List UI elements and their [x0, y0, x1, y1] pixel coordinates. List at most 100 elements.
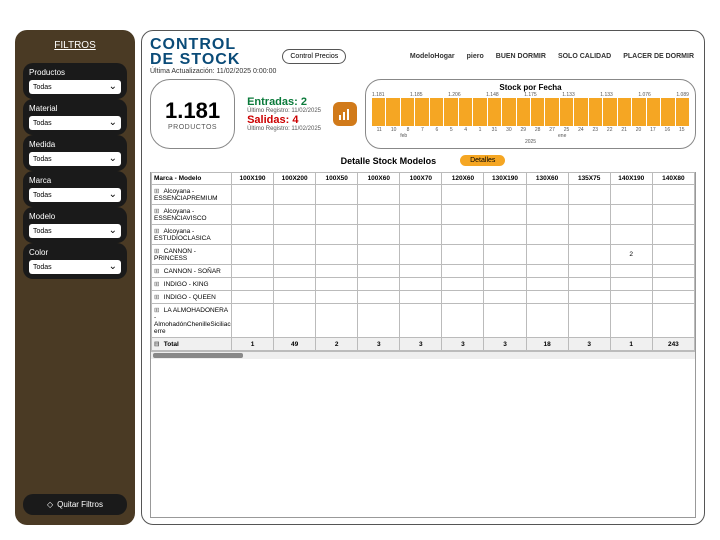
filter-select[interactable]: Todas — [29, 224, 121, 238]
table-row[interactable]: ⊞ CANNON - PRINCESS2 — [152, 245, 695, 265]
total-cell: 3 — [358, 338, 400, 351]
filter-label: Modelo — [29, 212, 121, 221]
data-cell — [526, 291, 568, 304]
data-cell — [400, 291, 442, 304]
chart-bar — [473, 98, 486, 126]
filter-select[interactable]: Todas — [29, 260, 121, 274]
column-header[interactable]: 100X190 — [232, 173, 274, 185]
data-cell — [358, 205, 400, 225]
filter-select[interactable]: Todas — [29, 116, 121, 130]
stock-table: Marca - Modelo100X190100X200100X50100X60… — [151, 172, 695, 351]
filter-productos: Productos Todas — [23, 63, 127, 99]
chart-bars — [372, 98, 689, 126]
filter-select[interactable]: Todas — [29, 188, 121, 202]
row-name-cell[interactable]: ⊞ Alcoyana - ESSENCIAVISCO — [152, 205, 232, 225]
chart-title: Stock por Fecha — [372, 83, 689, 92]
data-cell — [442, 225, 484, 245]
filter-label: Medida — [29, 140, 121, 149]
chart-bar — [415, 98, 428, 126]
filter-select[interactable]: Todas — [29, 80, 121, 94]
column-header[interactable]: 100X50 — [316, 173, 358, 185]
chart-bar — [560, 98, 573, 126]
total-cell: 49 — [274, 338, 316, 351]
entradas-row: Entradas: 2 — [247, 96, 321, 108]
table-row[interactable]: ⊞ Alcoyana - ESSENCIAVISCO — [152, 205, 695, 225]
column-header[interactable]: 130X190 — [484, 173, 526, 185]
table-row[interactable]: ⊞ Alcoyana - ESSENCIAPREMIUM — [152, 185, 695, 205]
data-cell — [610, 265, 652, 278]
column-header[interactable]: 100X70 — [400, 173, 442, 185]
column-header[interactable]: 100X200 — [274, 173, 316, 185]
filter-label: Marca — [29, 176, 121, 185]
data-cell — [568, 205, 610, 225]
data-cell — [442, 245, 484, 265]
data-cell — [274, 185, 316, 205]
chart-bar — [589, 98, 602, 126]
column-header[interactable]: 120X60 — [442, 173, 484, 185]
table-row[interactable]: ⊞ INDIGO - QUEEN — [152, 291, 695, 304]
data-cell — [610, 225, 652, 245]
row-name-cell[interactable]: ⊞ INDIGO - KING — [152, 278, 232, 291]
data-cell — [652, 291, 694, 304]
chart-bar — [372, 98, 385, 126]
scrollbar-thumb[interactable] — [153, 353, 243, 358]
data-cell — [274, 265, 316, 278]
salidas-sub: Último Registro: 11/02/2025 — [247, 126, 321, 132]
chart-bar — [661, 98, 674, 126]
sidebar: FILTROS ProductosTodasMaterialTodasMedid… — [15, 30, 135, 525]
chart-bar — [632, 98, 645, 126]
data-cell — [610, 304, 652, 338]
row-name-cell[interactable]: ⊞ CANNON - SOÑAR — [152, 265, 232, 278]
data-cell — [274, 304, 316, 338]
table-row[interactable]: ⊞ INDIGO - KING — [152, 278, 695, 291]
data-cell — [442, 265, 484, 278]
filter-medida: Medida Todas — [23, 135, 127, 171]
last-update-label: Última Actualización: — [150, 68, 215, 75]
filter-marca: Marca Todas — [23, 171, 127, 207]
data-cell — [610, 205, 652, 225]
column-header[interactable]: 135X75 — [568, 173, 610, 185]
column-header[interactable]: 140X80 — [652, 173, 694, 185]
control-precios-button[interactable]: Control Precios — [282, 49, 346, 64]
row-name-cell[interactable]: ⊞ Alcoyana - ESSENCIAPREMIUM — [152, 185, 232, 205]
data-cell — [358, 225, 400, 245]
data-cell — [274, 291, 316, 304]
table-row[interactable]: ⊞ CANNON - SOÑAR — [152, 265, 695, 278]
filter-label: Productos — [29, 68, 121, 77]
clear-filters-button[interactable]: ◇ Quitar Filtros — [23, 494, 127, 515]
chart-bar — [647, 98, 660, 126]
title-line1: CONTROL — [150, 37, 276, 52]
chart-icon[interactable] — [333, 102, 357, 126]
horizontal-scrollbar[interactable] — [151, 351, 695, 359]
topbar: CONTROL DE STOCK Última Actualización: 1… — [150, 37, 696, 75]
chart-bar — [676, 98, 689, 126]
table-corner: Marca - Modelo — [152, 173, 232, 185]
data-cell — [526, 278, 568, 291]
total-cell: 243 — [652, 338, 694, 351]
clear-filters-label: Quitar Filtros — [57, 500, 103, 509]
last-update: Última Actualización: 11/02/2025 0:00:00 — [150, 68, 276, 75]
detalles-button[interactable]: Detalles — [460, 155, 505, 166]
table-row[interactable]: ⊞ Alcoyana - ESTUDIOCLASICA — [152, 225, 695, 245]
data-cell — [400, 205, 442, 225]
column-header[interactable]: 140X190 — [610, 173, 652, 185]
row-name-cell[interactable]: ⊞ INDIGO - QUEEN — [152, 291, 232, 304]
total-cell: 3 — [442, 338, 484, 351]
table-row[interactable]: ⊞ LA ALMOHADONERA - AlmohadónChenilleSic… — [152, 304, 695, 338]
row-name-cell[interactable]: ⊞ LA ALMOHADONERA - AlmohadónChenilleSic… — [152, 304, 232, 338]
column-header[interactable]: 130X60 — [526, 173, 568, 185]
brand-logo: ModeloHogar — [408, 53, 457, 60]
brand-logos: ModeloHogarpieroBUEN DORMIRSOLO CALIDADP… — [408, 53, 696, 60]
data-cell — [358, 304, 400, 338]
filter-select[interactable]: Todas — [29, 152, 121, 166]
column-header[interactable]: 100X60 — [358, 173, 400, 185]
data-cell — [652, 304, 694, 338]
title-block: CONTROL DE STOCK Última Actualización: 1… — [150, 37, 276, 75]
row-name-cell[interactable]: ⊞ CANNON - PRINCESS — [152, 245, 232, 265]
data-cell — [526, 245, 568, 265]
data-cell — [526, 185, 568, 205]
row-name-cell[interactable]: ⊞ Alcoyana - ESTUDIOCLASICA — [152, 225, 232, 245]
data-cell — [484, 205, 526, 225]
total-cell: 3 — [568, 338, 610, 351]
data-cell — [316, 278, 358, 291]
